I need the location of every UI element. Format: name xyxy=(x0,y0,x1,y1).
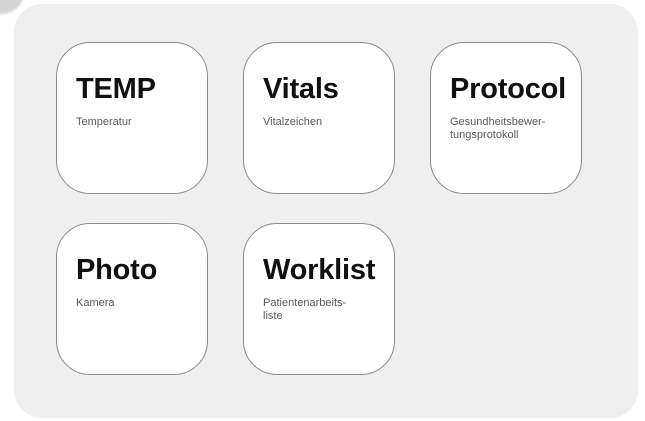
protocol-tile[interactable]: Protocol Gesundheitsbewer-tungsprotokoll xyxy=(430,42,582,194)
vitals-tile[interactable]: Vitals Vitalzeichen xyxy=(243,42,395,194)
corner-shadow xyxy=(0,0,24,14)
vitals-tile-title: Vitals xyxy=(263,73,339,105)
photo-tile-subtitle: Kamera xyxy=(76,297,115,309)
app-screen: TEMP Temperatur Vitals Vitalzeichen Prot… xyxy=(0,0,645,421)
temp-tile[interactable]: TEMP Temperatur xyxy=(56,42,208,194)
vitals-tile-subtitle: Vitalzeichen xyxy=(263,116,323,128)
photo-tile-title: Photo xyxy=(76,254,158,286)
worklist-tile-subtitle: Patientenarbeits-liste xyxy=(263,297,347,322)
protocol-tile-subtitle: Gesundheitsbewer-tungsprotokoll xyxy=(450,116,546,141)
photo-tile[interactable]: Photo Kamera xyxy=(56,223,208,375)
worklist-tile-title: Worklist xyxy=(263,254,376,286)
worklist-tile[interactable]: Worklist Patientenarbeits-liste xyxy=(243,223,395,375)
temp-tile-subtitle: Temperatur xyxy=(76,116,132,128)
protocol-tile-title: Protocol xyxy=(450,73,567,105)
temp-tile-title: TEMP xyxy=(76,73,156,105)
